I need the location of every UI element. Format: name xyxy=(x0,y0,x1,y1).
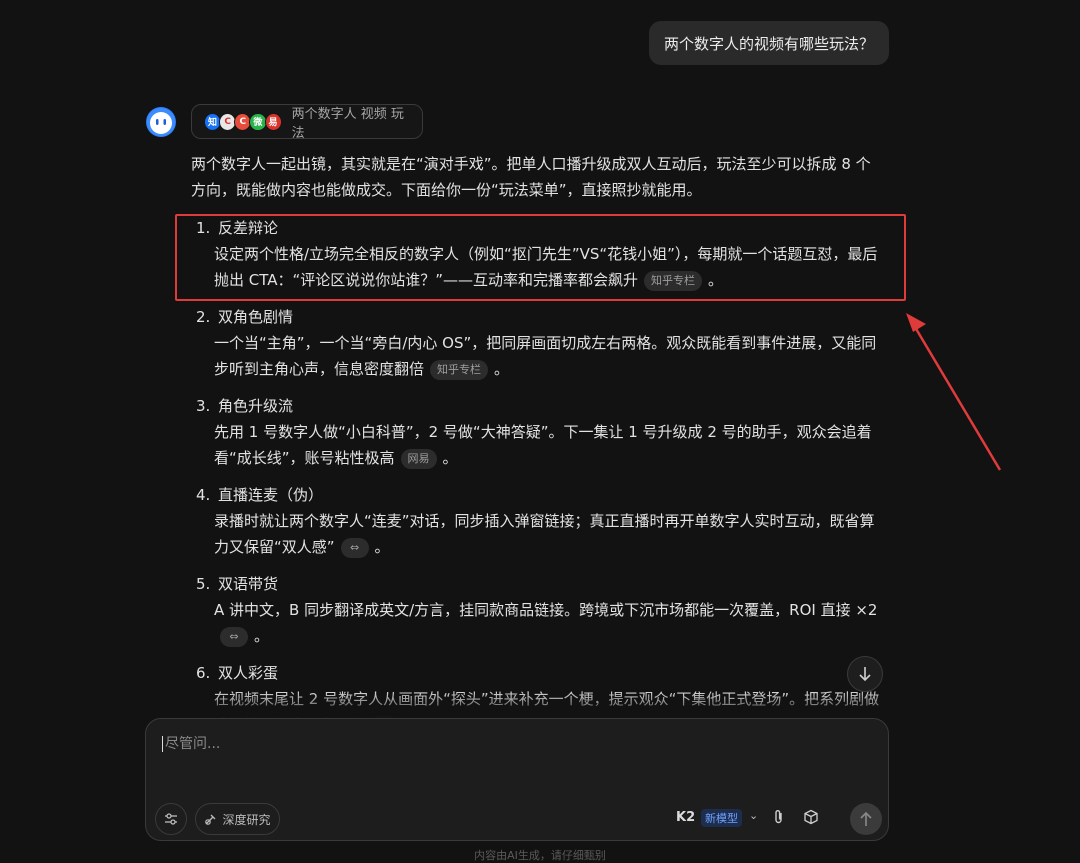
deep-research-label: 深度研究 xyxy=(222,812,271,827)
arrow-up-icon xyxy=(860,811,872,826)
chat-input[interactable]: 尽管问... xyxy=(162,733,220,753)
cube-icon xyxy=(804,809,818,825)
chevron-down-icon[interactable]: ⌄ xyxy=(749,809,758,822)
new-model-badge[interactable]: 新模型 xyxy=(701,809,742,827)
send-button[interactable] xyxy=(850,803,882,835)
arrow-down-icon xyxy=(859,667,871,682)
ai-disclaimer: 内容由AI生成，请仔细甄别 xyxy=(474,849,606,862)
model-name[interactable]: K2 xyxy=(676,810,695,825)
sliders-icon xyxy=(165,813,177,825)
message-composer[interactable]: 尽管问... 深度研究 K2 新模型 ⌄ xyxy=(145,718,889,841)
paperclip-icon xyxy=(775,810,782,824)
attachment-button[interactable] xyxy=(772,809,786,829)
deep-research-icon xyxy=(205,814,216,825)
scroll-down-button[interactable] xyxy=(847,656,883,692)
text-cursor xyxy=(162,736,163,752)
deep-research-button[interactable]: 深度研究 xyxy=(195,803,280,835)
cube-button[interactable] xyxy=(803,809,819,829)
tools-button[interactable] xyxy=(155,803,187,835)
chat-input-placeholder: 尽管问... xyxy=(165,736,221,752)
